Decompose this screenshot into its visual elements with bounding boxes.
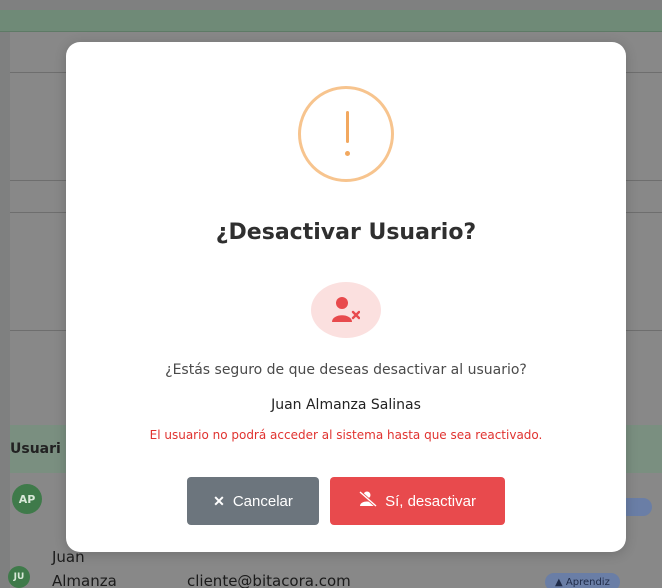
cancel-label: Cancelar	[232, 492, 293, 510]
avatar: AP	[12, 484, 42, 514]
dialog-title: ¿Desactivar Usuario?	[215, 220, 477, 245]
confirm-question: ¿Estás seguro de que deseas desactivar a…	[165, 362, 527, 378]
role-label: Aprendiz	[565, 576, 610, 588]
warning-message: El usuario no podrá acceder al sistema h…	[149, 428, 543, 442]
background-topbar	[0, 10, 662, 32]
user-remove-icon	[311, 282, 381, 338]
confirm-deactivate-button[interactable]: Sí, desactivar	[330, 477, 505, 525]
row-name-line2: Almanza	[52, 572, 117, 588]
deactivate-user-dialog: ¿Desactivar Usuario? ¿Estás seguro de qu…	[66, 42, 626, 552]
confirm-label: Sí, desactivar	[385, 492, 476, 510]
table-header-label: Usuari	[10, 441, 61, 457]
row-email: cliente@bitacora.com	[187, 572, 351, 588]
avatar: JU	[8, 566, 30, 588]
target-user-name: Juan Almanza Salinas	[271, 397, 421, 413]
role-badge: ▲ Aprendiz	[545, 573, 620, 588]
cancel-button[interactable]: ✕ Cancelar	[187, 477, 319, 525]
exclamation-circle-icon	[298, 86, 394, 182]
graduation-cap-icon: ▲	[555, 576, 566, 588]
user-slash-icon	[359, 490, 378, 511]
close-icon: ✕	[213, 492, 225, 509]
